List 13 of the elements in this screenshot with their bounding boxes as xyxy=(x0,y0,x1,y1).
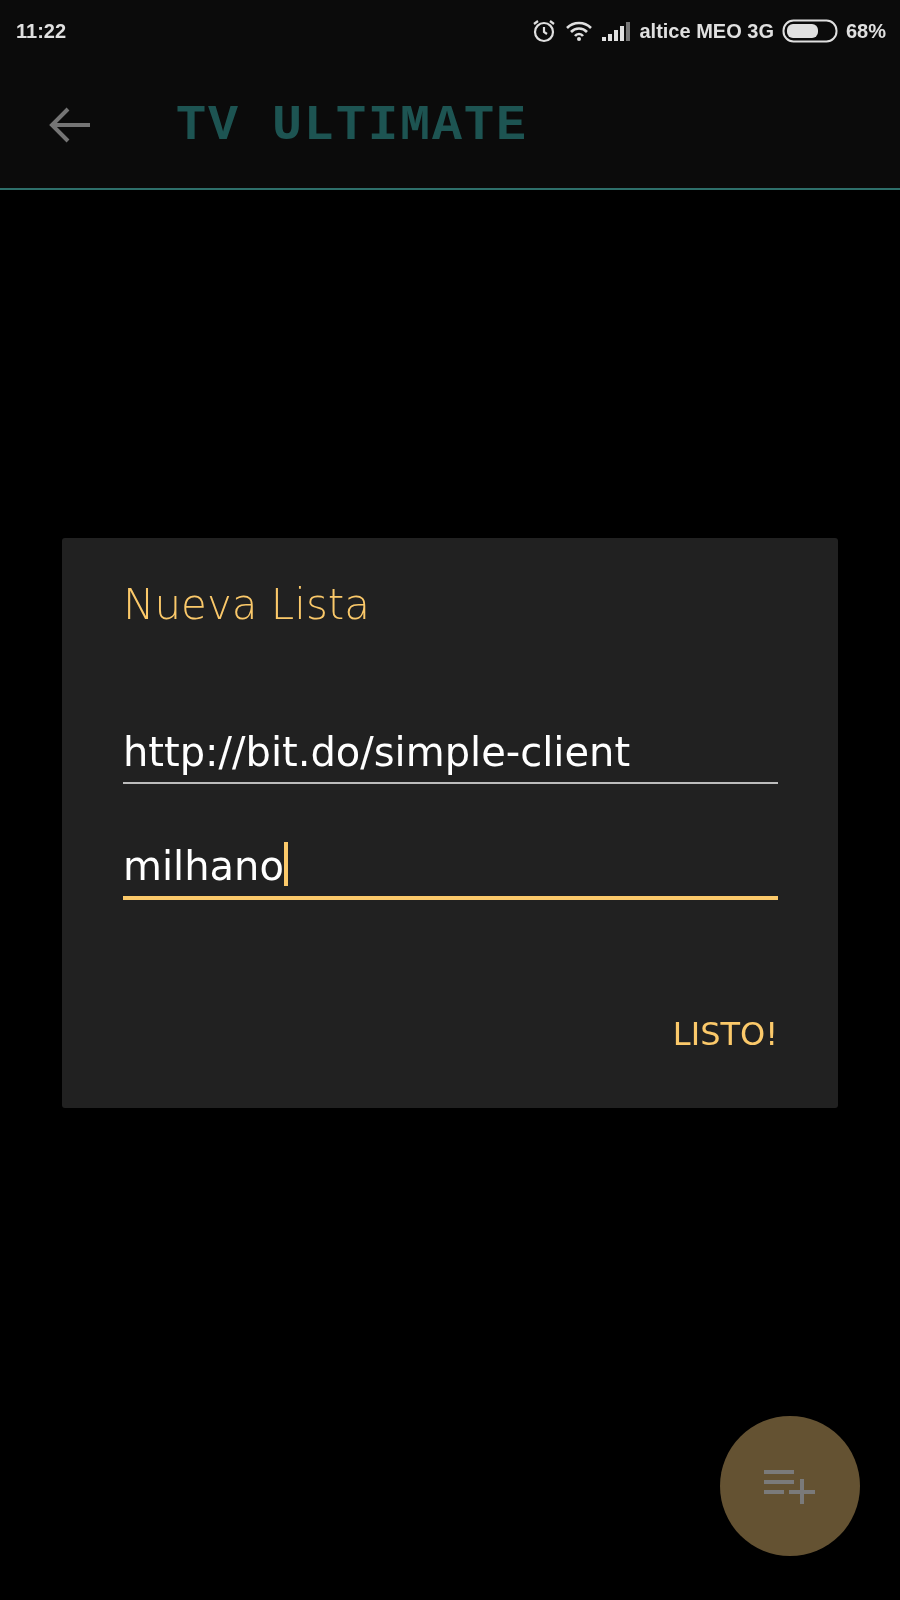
playlist-add-icon xyxy=(764,1468,816,1505)
input-field[interactable]: milhano xyxy=(123,842,778,901)
battery-icon xyxy=(781,19,838,43)
app-title: TV ULTIMATE xyxy=(176,95,529,156)
battery-percent: 68% xyxy=(845,19,886,44)
wifi-icon xyxy=(565,20,594,42)
back-arrow-icon[interactable] xyxy=(48,105,92,145)
carrier-name: altice MEO 3G xyxy=(639,19,774,44)
dialog-title: Nueva Lista xyxy=(123,582,371,629)
signal-icon xyxy=(601,20,632,42)
done-button[interactable]: LISTO! xyxy=(672,1010,778,1059)
input-field[interactable]: http://bit.do/simple-client xyxy=(123,728,778,785)
clock-time: 11:22 xyxy=(16,19,67,44)
